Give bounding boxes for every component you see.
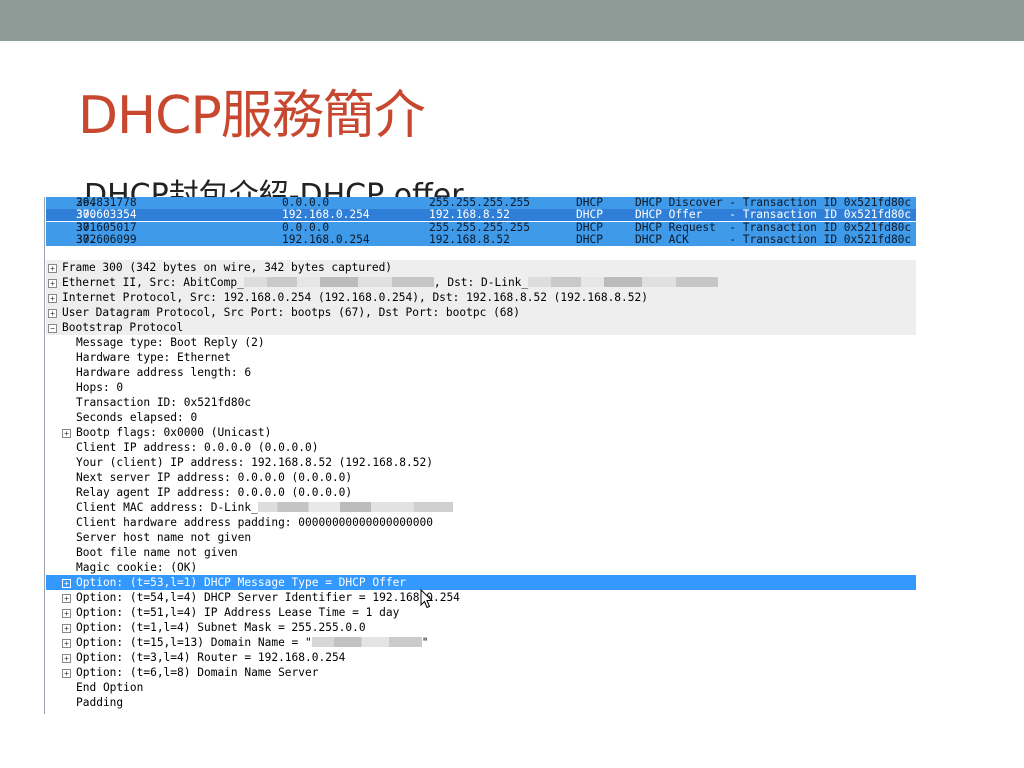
- tree-option[interactable]: + Option: (t=1,l=4) Subnet Mask = 255.25…: [46, 620, 916, 635]
- tree-item-label: User Datagram Protocol, Src Port: bootps…: [62, 306, 521, 319]
- tree-field-label: Transaction ID: 0x521fd80c: [76, 396, 252, 409]
- tree-field-label: Client IP address: 0.0.0.0 (0.0.0.0): [76, 441, 319, 454]
- redacted-mac: [528, 277, 719, 287]
- tree-field-label: Your (client) IP address: 192.168.8.52 (…: [76, 456, 433, 469]
- tree-option[interactable]: + Option: (t=54,l=4) DHCP Server Identif…: [46, 590, 916, 605]
- packet-protocol: DHCP: [576, 208, 603, 221]
- packet-source: 192.168.0.254: [282, 233, 370, 246]
- packet-info: DHCP Offer - Transaction ID 0x521fd80c: [635, 208, 912, 221]
- packet-protocol: DHCP: [576, 233, 603, 246]
- tree-field-label: Client MAC address: D-Link_: [76, 500, 453, 515]
- tree-field-label: Hardware address length: 6: [76, 366, 252, 379]
- tree-field[interactable]: Server host name not given: [46, 530, 916, 545]
- tree-field[interactable]: Next server IP address: 0.0.0.0 (0.0.0.0…: [46, 470, 916, 485]
- slide-subtitle: DHCP封包介紹-DHCP offer: [84, 178, 464, 198]
- tree-item-flags[interactable]: + Bootp flags: 0x0000 (Unicast): [46, 425, 916, 440]
- tree-field-label: Seconds elapsed: 0: [76, 411, 198, 424]
- redacted-mac: [257, 502, 453, 512]
- tree-item-frame[interactable]: + Frame 300 (342 bytes on wire, 342 byte…: [46, 260, 916, 275]
- tree-option-selected[interactable]: + Option: (t=53,l=1) DHCP Message Type =…: [46, 575, 916, 590]
- redacted-domain: [311, 637, 422, 647]
- tree-field[interactable]: Transaction ID: 0x521fd80c: [46, 395, 916, 410]
- tree-option[interactable]: + Option: (t=51,l=4) IP Address Lease Ti…: [46, 605, 916, 620]
- tree-item-bootstrap[interactable]: − Bootstrap Protocol: [46, 320, 916, 335]
- plus-box-icon[interactable]: +: [48, 294, 57, 303]
- tree-field-label: Server host name not given: [76, 531, 252, 544]
- packet-info: DHCP ACK - Transaction ID 0x521fd80c: [635, 233, 912, 246]
- tree-field-label: Magic cookie: (OK): [76, 561, 198, 574]
- packet-list: 294 36.831778 0.0.0.0 255.255.255.255 DH…: [46, 197, 916, 247]
- tree-field[interactable]: Client MAC address: D-Link_: [46, 500, 916, 515]
- tree-field-label: Option: (t=1,l=4) Subnet Mask = 255.255.…: [76, 621, 366, 634]
- tree-field[interactable]: Padding: [46, 695, 916, 710]
- tree-option[interactable]: + Option: (t=3,l=4) Router = 192.168.0.2…: [46, 650, 916, 665]
- packet-details-tree: + Frame 300 (342 bytes on wire, 342 byte…: [46, 260, 916, 710]
- tree-option[interactable]: + Option: (t=6,l=8) Domain Name Server: [46, 665, 916, 680]
- tree-field-label: Padding: [76, 696, 124, 709]
- tree-field-label: Hardware type: Ethernet: [76, 351, 231, 364]
- plus-box-icon[interactable]: +: [48, 279, 57, 288]
- tree-field[interactable]: Message type: Boot Reply (2): [46, 335, 916, 350]
- plus-box-icon[interactable]: +: [48, 264, 57, 273]
- slide-header-bar: [0, 0, 1024, 41]
- tree-field[interactable]: End Option: [46, 680, 916, 695]
- plus-box-icon[interactable]: +: [62, 654, 71, 663]
- tree-item-ethernet[interactable]: + Ethernet II, Src: AbitComp_, Dst: D-Li…: [46, 275, 916, 290]
- tree-field-label: Message type: Boot Reply (2): [76, 336, 265, 349]
- plus-box-icon[interactable]: +: [62, 579, 71, 588]
- tree-field[interactable]: Your (client) IP address: 192.168.8.52 (…: [46, 455, 916, 470]
- slide-title: DHCP服務簡介: [78, 86, 426, 146]
- tree-field-label: Next server IP address: 0.0.0.0 (0.0.0.0…: [76, 471, 353, 484]
- tree-item-label: Frame 300 (342 bytes on wire, 342 bytes …: [62, 261, 393, 274]
- tree-field[interactable]: Seconds elapsed: 0: [46, 410, 916, 425]
- redacted-mac: [243, 277, 434, 287]
- plus-box-icon[interactable]: +: [48, 309, 57, 318]
- mouse-pointer-icon: [420, 589, 434, 609]
- minus-box-icon[interactable]: −: [48, 324, 57, 333]
- tree-field[interactable]: Client IP address: 0.0.0.0 (0.0.0.0): [46, 440, 916, 455]
- plus-box-icon[interactable]: +: [62, 429, 71, 438]
- tree-field-label: Option: (t=3,l=4) Router = 192.168.0.254: [76, 651, 346, 664]
- plus-box-icon[interactable]: +: [62, 669, 71, 678]
- tree-field[interactable]: Hardware address length: 6: [46, 365, 916, 380]
- tree-field-label: Option: (t=15,l=13) Domain Name = " ": [76, 636, 429, 649]
- packet-destination: 192.168.8.52: [429, 208, 510, 221]
- packet-source: 192.168.0.254: [282, 208, 370, 221]
- tree-field[interactable]: Magic cookie: (OK): [46, 560, 916, 575]
- tree-field-label: Option: (t=53,l=1) DHCP Message Type = D…: [76, 576, 407, 589]
- tree-field[interactable]: Boot file name not given: [46, 545, 916, 560]
- tree-field-label: Option: (t=51,l=4) IP Address Lease Time…: [76, 606, 400, 619]
- plus-box-icon[interactable]: +: [62, 639, 71, 648]
- plus-box-icon[interactable]: +: [62, 609, 71, 618]
- packet-destination: 192.168.8.52: [429, 233, 510, 246]
- tree-field-label: Client hardware address padding: 0000000…: [76, 516, 433, 529]
- tree-field-label: Option: (t=54,l=4) DHCP Server Identifie…: [76, 591, 460, 604]
- tree-item-label: Internet Protocol, Src: 192.168.0.254 (1…: [62, 291, 648, 304]
- tree-option[interactable]: + Option: (t=15,l=13) Domain Name = " ": [46, 635, 916, 650]
- tree-field-label: Relay agent IP address: 0.0.0.0 (0.0.0.0…: [76, 486, 353, 499]
- tree-field-label: Option: (t=6,l=8) Domain Name Server: [76, 666, 319, 679]
- plus-box-icon[interactable]: +: [62, 594, 71, 603]
- tree-field[interactable]: Relay agent IP address: 0.0.0.0 (0.0.0.0…: [46, 485, 916, 500]
- pane-border: [44, 197, 45, 714]
- tree-field[interactable]: Hardware type: Ethernet: [46, 350, 916, 365]
- plus-box-icon[interactable]: +: [62, 624, 71, 633]
- tree-item-ip[interactable]: + Internet Protocol, Src: 192.168.0.254 …: [46, 290, 916, 305]
- tree-item-label: Bootstrap Protocol: [62, 321, 184, 334]
- tree-item-udp[interactable]: + User Datagram Protocol, Src Port: boot…: [46, 305, 916, 320]
- tree-field-label: Bootp flags: 0x0000 (Unicast): [76, 426, 272, 439]
- tree-field-label: Hops: 0: [76, 381, 124, 394]
- tree-item-label: Ethernet II, Src: AbitComp_, Dst: D-Link…: [62, 275, 719, 290]
- tree-field[interactable]: Hops: 0: [46, 380, 916, 395]
- packet-row-selected[interactable]: 300 37.603354 192.168.0.254 192.168.8.52…: [46, 209, 916, 221]
- tree-field[interactable]: Client hardware address padding: 0000000…: [46, 515, 916, 530]
- packet-row[interactable]: 302 37.606099 192.168.0.254 192.168.8.52…: [46, 234, 916, 246]
- tree-field-label: Boot file name not given: [76, 546, 238, 559]
- tree-field-label: End Option: [76, 681, 144, 694]
